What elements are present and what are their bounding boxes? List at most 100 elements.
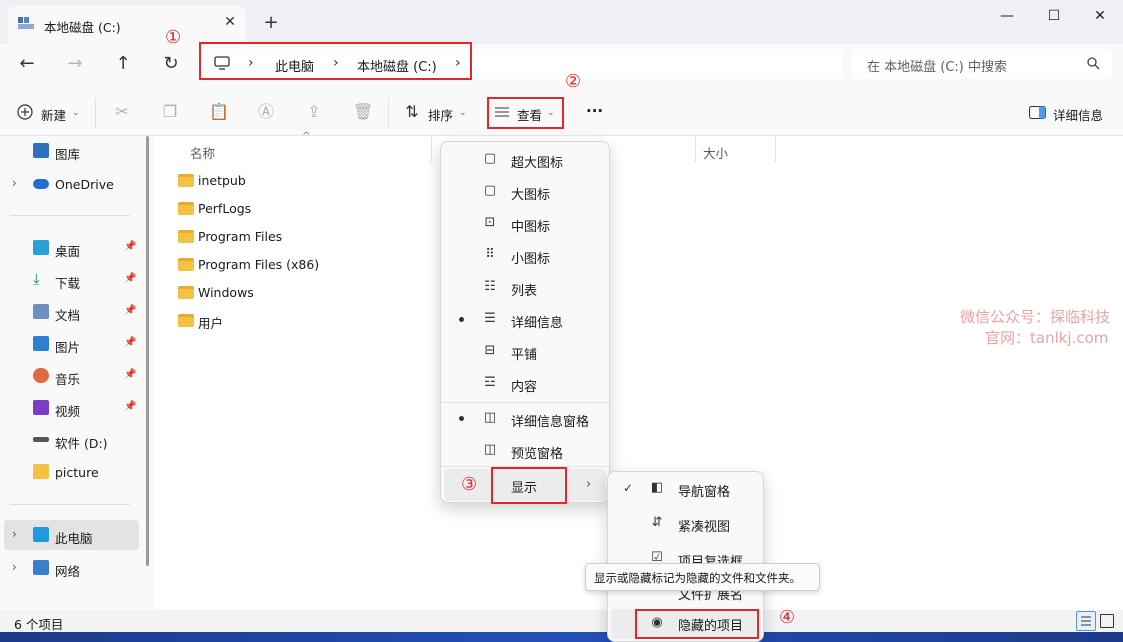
table-row[interactable]: Windows [176, 280, 436, 306]
sidebar-scrollbar[interactable] [146, 136, 149, 566]
submenu-item-navigation-pane[interactable]: ✓ ◧ 导航窗格 [611, 473, 761, 505]
sidebar-item-this-pc[interactable]: › 此电脑 [4, 520, 139, 550]
sort-button[interactable]: 排序 [428, 105, 453, 124]
menu-item-label: 大图标 [511, 188, 551, 203]
address-highlight-box [199, 42, 472, 80]
table-row[interactable]: 用户 [176, 308, 436, 334]
menu-item-preview-pane[interactable]: ◫ 预览窗格 [444, 435, 606, 467]
menu-item-label: 紧凑视图 [678, 520, 731, 535]
preview-pane-icon: ◫ [483, 442, 497, 457]
menu-item-label: 列表 [511, 284, 538, 299]
table-row[interactable]: Program Files [176, 224, 436, 250]
menu-item-details-pane[interactable]: ◫ 详细信息窗格 [444, 403, 606, 435]
column-divider [775, 136, 776, 162]
tab-local-disk[interactable]: 本地磁盘 (C:) ✕ [8, 6, 246, 44]
table-row[interactable]: PerfLogs [176, 196, 436, 222]
folder-icon [178, 230, 194, 243]
gallery-icon [33, 143, 49, 158]
sidebar-item-videos[interactable]: 视频 📌 [0, 393, 140, 423]
drive-icon [33, 437, 49, 442]
details-view-button[interactable] [1076, 611, 1096, 631]
sidebar-item-picture-folder[interactable]: picture [0, 457, 140, 487]
item-count: 6 个项目 [14, 617, 64, 632]
cut-icon[interactable]: ✂ [113, 103, 131, 121]
download-icon: ⤓ [33, 270, 40, 288]
check-icon: ✓ [623, 481, 634, 495]
table-row[interactable]: Program Files (x86) [176, 252, 436, 278]
forward-button[interactable]: → [63, 54, 87, 74]
grid-icon: ⠿ [485, 247, 495, 262]
square-icon: ▢ [483, 151, 497, 166]
chevron-right-icon[interactable]: › [12, 560, 17, 574]
menu-item-medium-icons[interactable]: ⊡ 中图标 [444, 208, 606, 240]
column-header-name[interactable]: 名称 [190, 143, 215, 162]
new-button[interactable]: 新建 [41, 105, 66, 124]
rename-icon[interactable]: Ⓐ [257, 103, 275, 121]
new-tab-button[interactable]: + [262, 14, 280, 32]
desktop-icon [33, 240, 49, 255]
sidebar-item-documents[interactable]: 文档 📌 [0, 297, 140, 327]
details-lines-icon: ☰ [484, 311, 496, 326]
submenu-item-compact-view[interactable]: ⇵ 紧凑视图 [611, 508, 761, 540]
sidebar-divider [10, 504, 130, 505]
chevron-right-icon[interactable]: › [12, 176, 17, 190]
column-divider [695, 136, 696, 162]
close-window-button[interactable]: ✕ [1077, 6, 1123, 26]
step-marker-1: ① [165, 27, 182, 48]
search-icon[interactable] [1086, 56, 1100, 70]
music-icon [33, 368, 49, 383]
tab-close-icon[interactable]: ✕ [222, 14, 238, 30]
sidebar-item-network[interactable]: › 网络 [0, 553, 140, 583]
menu-item-content[interactable]: ☲ 内容 [444, 368, 606, 400]
menu-item-extra-large-icons[interactable]: ▢ 超大图标 [444, 144, 606, 176]
sidebar-item-onedrive[interactable]: › OneDrive [0, 169, 140, 199]
table-row[interactable]: inetpub [176, 168, 436, 194]
sidebar-item-pictures[interactable]: 图片 📌 [0, 329, 140, 359]
back-button[interactable]: ← [15, 54, 39, 74]
sidebar-item-desktop[interactable]: 桌面 📌 [0, 233, 140, 263]
minimize-button[interactable]: — [984, 6, 1030, 26]
sidebar-item-downloads[interactable]: ⤓ 下载 📌 [0, 265, 140, 295]
sidebar-item-label: 文档 [55, 308, 81, 323]
toolbar-divider [95, 98, 96, 128]
copy-icon[interactable]: ❐ [161, 103, 179, 121]
sidebar-item-gallery[interactable]: 图库 [0, 136, 140, 166]
up-button[interactable]: ↑ [111, 54, 135, 74]
drive-icon [18, 17, 34, 29]
folder-icon [178, 314, 194, 327]
chevron-right-icon[interactable]: › [12, 527, 17, 541]
step-marker-2: ② [565, 71, 582, 92]
sidebar-item-drive-d[interactable]: 软件 (D:) [0, 425, 140, 455]
paste-icon[interactable]: 📋 [209, 103, 229, 121]
menu-item-details[interactable]: ☰ 详细信息 [444, 304, 606, 336]
sidebar-divider [10, 215, 130, 216]
menu-item-list[interactable]: ☷ 列表 [444, 272, 606, 304]
menu-item-large-icons[interactable]: ▢ 大图标 [444, 176, 606, 208]
search-input[interactable]: 在 本地磁盘 (C:) 中搜索 [867, 56, 1007, 75]
menu-item-small-icons[interactable]: ⠿ 小图标 [444, 240, 606, 272]
step-marker-3: ③ [461, 474, 478, 495]
delete-icon[interactable]: 🗑 [353, 103, 373, 121]
column-divider [431, 136, 432, 162]
sidebar-item-label: 网络 [55, 564, 81, 579]
more-options-button[interactable]: ··· [586, 102, 603, 120]
sidebar-item-label: OneDrive [55, 177, 114, 192]
refresh-button[interactable]: ↻ [159, 54, 183, 74]
navigation-pane-icon: ◧ [650, 480, 664, 495]
menu-item-label: 中图标 [511, 220, 551, 235]
sort-ascending-icon: ^ [302, 131, 311, 142]
column-header-size[interactable]: 大小 [703, 143, 728, 162]
sidebar-item-music[interactable]: 音乐 📌 [0, 361, 140, 391]
menu-item-label: 导航窗格 [678, 485, 731, 500]
menu-item-tiles[interactable]: ⊟ 平铺 [444, 336, 606, 368]
picture-icon [33, 336, 49, 351]
maximize-button[interactable]: ☐ [1031, 6, 1077, 26]
details-button[interactable]: 详细信息 [1053, 105, 1103, 124]
pin-icon: 📌 [124, 369, 137, 380]
pin-icon: 📌 [124, 337, 137, 348]
tab-title: 本地磁盘 (C:) [44, 20, 121, 35]
share-icon[interactable]: ⇪ [305, 103, 323, 121]
sidebar-item-label: 下载 [55, 276, 81, 291]
medium-icons-icon: ⊡ [484, 215, 496, 230]
large-icons-view-button[interactable] [1100, 614, 1114, 628]
